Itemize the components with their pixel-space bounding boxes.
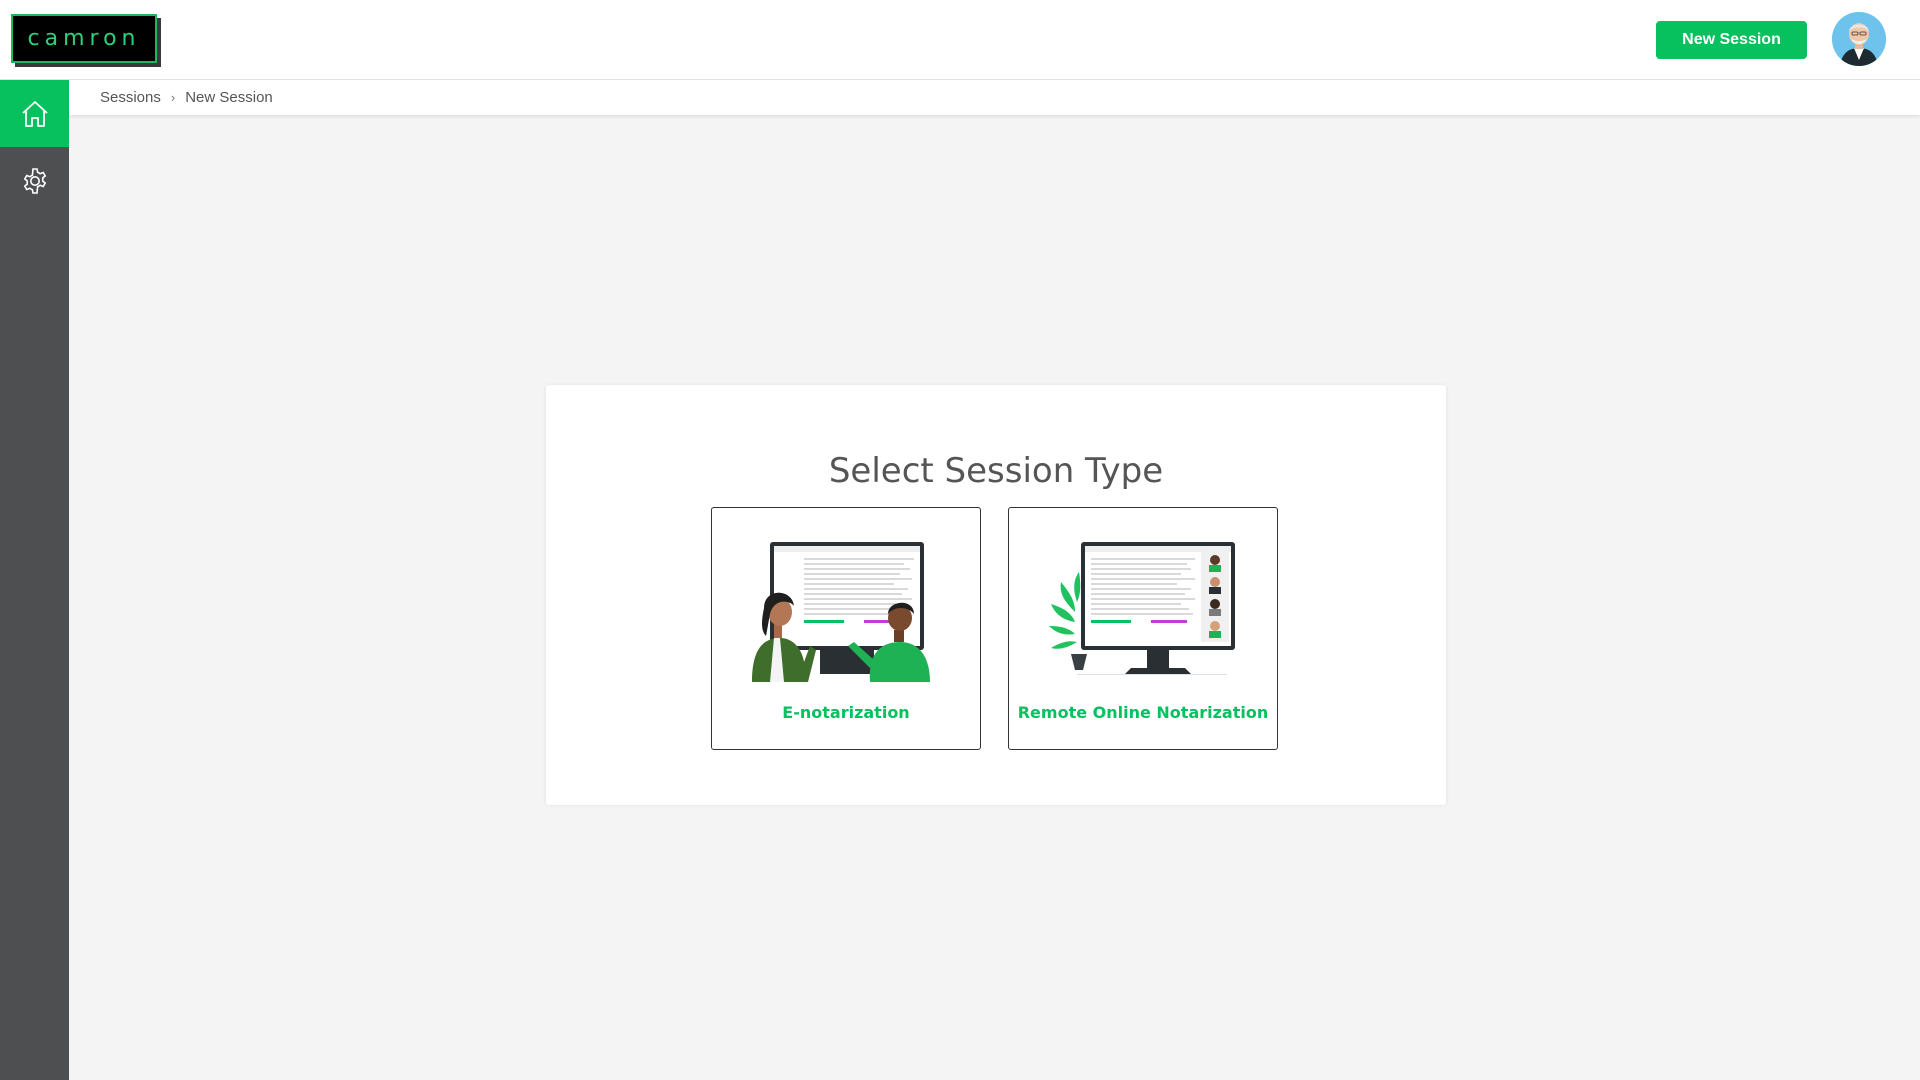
option-label-remote-online-notarization: Remote Online Notarization (1017, 703, 1269, 722)
user-avatar-icon (1832, 12, 1886, 66)
page-title: Select Session Type (828, 451, 1164, 491)
remote-online-notarization-option[interactable]: Remote Online Notarization (1008, 507, 1278, 750)
avatar[interactable] (1832, 12, 1886, 66)
remote-online-notarization-illustration (1049, 542, 1235, 675)
chevron-right-icon: › (170, 90, 176, 105)
e-notarization-option[interactable]: E-notarization (711, 507, 981, 750)
sidebar-item-home[interactable] (0, 80, 69, 147)
breadcrumb-sessions[interactable]: Sessions (100, 89, 161, 106)
camron-logo[interactable]: camron (11, 14, 157, 63)
logo-text: camron (27, 26, 141, 51)
top-bar: camron New Session (0, 0, 1920, 80)
e-notarization-illustration (752, 542, 930, 682)
gear-icon (23, 167, 46, 194)
sidebar (0, 80, 69, 1080)
option-label-e-notarization: E-notarization (782, 703, 910, 722)
sidebar-item-settings[interactable] (0, 147, 69, 214)
session-type-card: Select Session Type E-notarization Remot… (546, 385, 1446, 805)
breadcrumb: Sessions › New Session (69, 80, 1920, 115)
breadcrumb-current: New Session (185, 89, 273, 106)
new-session-button[interactable]: New Session (1656, 21, 1807, 59)
home-icon (21, 100, 48, 127)
